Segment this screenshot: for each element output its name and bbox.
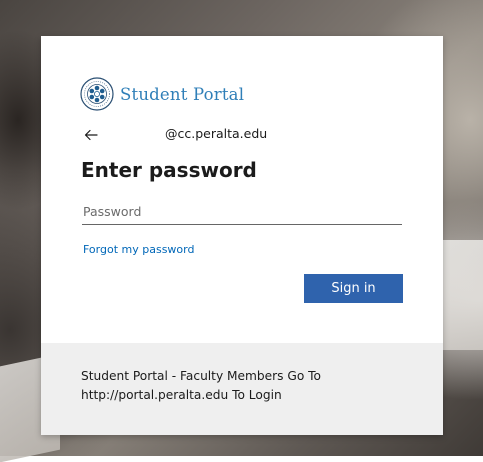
footer-line-1: Student Portal - Faculty Members Go To [81, 369, 322, 383]
login-card-footer: Student Portal - Faculty Members Go To h… [41, 343, 443, 435]
account-identity: @cc.peralta.edu [165, 126, 268, 141]
sign-in-button[interactable]: Sign in [304, 274, 403, 303]
forgot-password-link[interactable]: Forgot my password [83, 243, 194, 256]
background-paper-right [440, 240, 483, 350]
college-seal-icon [80, 77, 114, 111]
arrow-left-icon[interactable] [84, 128, 98, 142]
footer-message: Student Portal - Faculty Members Go To h… [81, 367, 401, 405]
login-card: Student Portal @cc.peralta.edu Enter pas… [41, 36, 443, 435]
login-card-main: Student Portal @cc.peralta.edu Enter pas… [41, 36, 443, 343]
footer-line-2: http://portal.peralta.edu To Login [81, 388, 282, 402]
brand-logo: Student Portal [80, 76, 244, 112]
password-input[interactable] [82, 198, 402, 225]
page-title: Enter password [81, 158, 257, 182]
identity-row: @cc.peralta.edu [84, 125, 267, 145]
brand-name: Student Portal [120, 84, 245, 104]
